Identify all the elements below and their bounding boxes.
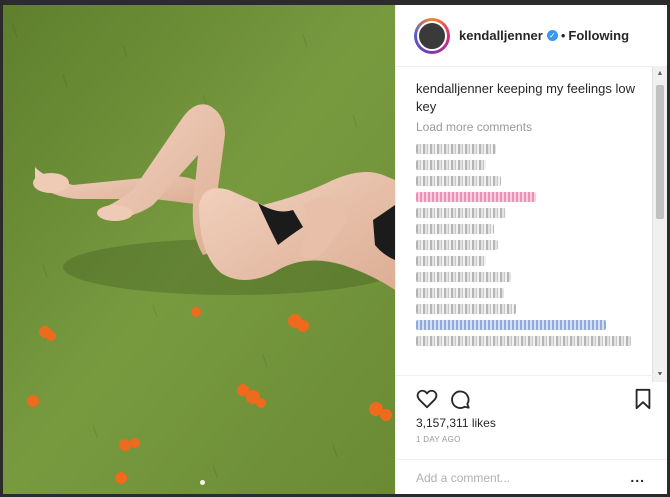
more-options-icon[interactable]: ... bbox=[630, 469, 645, 485]
blurred-comment-line bbox=[416, 208, 506, 218]
blurred-comment-line bbox=[416, 336, 631, 346]
post-side-panel: kendalljenner ✓ • Following kendalljenne… bbox=[395, 5, 667, 494]
post-timestamp: 1 DAY AGO bbox=[416, 435, 461, 444]
avatar[interactable] bbox=[414, 17, 450, 54]
blurred-comment-line bbox=[416, 240, 498, 250]
caption-username[interactable]: kendalljenner bbox=[416, 81, 493, 96]
blurred-comments bbox=[396, 134, 666, 356]
avatar-image bbox=[417, 20, 447, 51]
blurred-comment-line bbox=[416, 144, 496, 154]
post-photo-image bbox=[3, 5, 395, 494]
post-modal: kendalljenner ✓ • Following kendalljenne… bbox=[3, 5, 667, 494]
comment-input[interactable] bbox=[414, 466, 618, 490]
post-header: kendalljenner ✓ • Following bbox=[396, 5, 667, 67]
carousel-indicator bbox=[200, 480, 205, 485]
blurred-comment-line bbox=[416, 272, 511, 282]
likes-count[interactable]: 3,157,311 likes bbox=[416, 416, 496, 430]
blurred-comment-line bbox=[416, 304, 516, 314]
bookmark-icon[interactable] bbox=[632, 388, 654, 410]
separator-bullet: • bbox=[560, 28, 566, 43]
load-more-comments[interactable]: Load more comments bbox=[396, 116, 666, 134]
scroll-up-arrow-icon[interactable]: ▲ bbox=[653, 67, 667, 81]
caption: kendalljenner keeping my feelings low ke… bbox=[396, 67, 666, 116]
post-photo[interactable] bbox=[3, 5, 395, 494]
blurred-comment-line bbox=[416, 224, 494, 234]
blurred-comment-line bbox=[416, 176, 501, 186]
blurred-comment-line bbox=[416, 192, 536, 202]
comment-icon[interactable] bbox=[449, 388, 471, 410]
following-button[interactable]: Following bbox=[568, 28, 629, 43]
blurred-comment-line bbox=[416, 160, 486, 170]
blurred-comment-line bbox=[416, 256, 486, 266]
heart-icon[interactable] bbox=[416, 388, 438, 410]
comments-section: kendalljenner keeping my feelings low ke… bbox=[396, 67, 666, 375]
blurred-comment-line bbox=[416, 288, 504, 298]
add-comment-bar: ... bbox=[396, 459, 667, 494]
verified-badge-icon: ✓ bbox=[546, 30, 558, 41]
scroll-thumb[interactable] bbox=[656, 85, 664, 219]
username-link[interactable]: kendalljenner bbox=[459, 28, 543, 43]
comments-scrollbar[interactable]: ▲ ▼ bbox=[652, 67, 667, 382]
blurred-comment-line bbox=[416, 320, 606, 330]
